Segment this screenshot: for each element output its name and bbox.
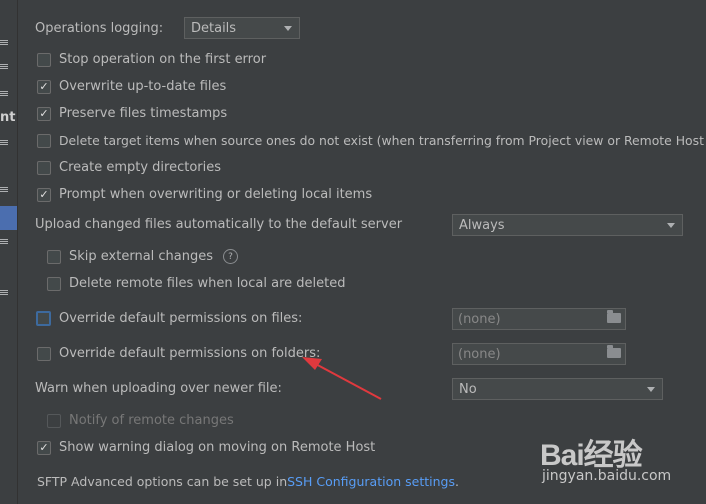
annotation-arrow [302,357,382,400]
footer-note: SFTP Advanced options can be set up in S… [37,474,459,489]
show-warning-dialog-checkbox[interactable]: ✓ [37,440,51,455]
notify-remote-option[interactable]: Notify of remote changes [47,413,234,428]
warn-uploading-select[interactable]: No [452,378,663,400]
warn-uploading-value: No [459,381,477,397]
footer-text: SFTP Advanced options can be set up in [37,474,288,489]
ssh-configuration-link[interactable]: SSH Configuration settings [287,474,455,489]
show-warning-dialog-option[interactable]: ✓ Show warning dialog on moving on Remot… [37,440,375,455]
watermark-url: jingyan.baidu.com [542,468,672,484]
baidu-jingyan-watermark: Bai经验 jingyan.baidu.com [540,430,671,484]
footer-period: . [454,474,459,489]
notify-remote-checkbox[interactable] [47,413,61,428]
show-warning-dialog-label: Show warning dialog on moving on Remote … [59,440,376,455]
notify-remote-label: Notify of remote changes [69,413,234,428]
chevron-down-icon [647,387,655,392]
warn-uploading-label: Warn when uploading over newer file: [35,381,282,396]
